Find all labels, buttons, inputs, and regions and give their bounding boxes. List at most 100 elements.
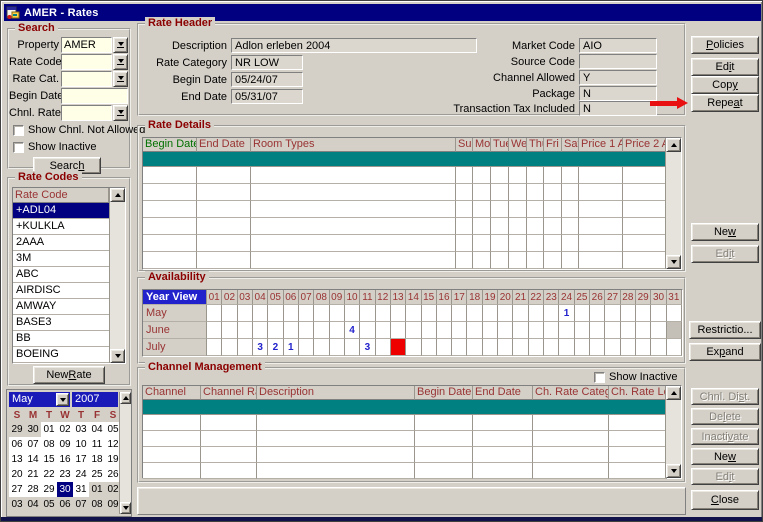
scroll-down-button[interactable] — [110, 349, 125, 363]
rate-details-cell[interactable] — [456, 235, 473, 252]
availability-cell[interactable] — [222, 322, 237, 339]
availability-cell[interactable] — [268, 322, 283, 339]
availability-cell[interactable] — [345, 339, 360, 356]
availability-cell[interactable] — [621, 322, 636, 339]
rate-details-cell[interactable] — [473, 218, 491, 235]
rate-details-cell[interactable] — [456, 218, 473, 235]
rate-details-cell[interactable] — [197, 167, 251, 184]
rate-details-cell[interactable] — [456, 184, 473, 201]
calendar-day[interactable]: 04 — [25, 497, 41, 512]
rate-cat-lov-button[interactable] — [113, 71, 128, 87]
scroll-up-button[interactable] — [666, 138, 681, 152]
calendar-day[interactable]: 16 — [57, 452, 73, 467]
calendar-day[interactable]: 22 — [41, 467, 57, 482]
rate-details-selected-row[interactable] — [143, 152, 667, 167]
rate-details-cell[interactable] — [544, 218, 562, 235]
rate-details-cell[interactable] — [251, 201, 456, 218]
availability-cell[interactable] — [559, 339, 574, 356]
expand-button[interactable]: Expand — [689, 343, 761, 361]
channel-cell[interactable] — [415, 415, 473, 431]
channel-cell[interactable] — [533, 447, 609, 463]
rate-details-cell[interactable] — [579, 167, 623, 184]
rate-details-cell[interactable] — [491, 184, 509, 201]
channel-edit-button[interactable]: Edit — [691, 468, 759, 485]
rate-details-cell[interactable] — [562, 184, 579, 201]
rate-details-cell[interactable] — [143, 167, 197, 184]
channel-cell[interactable] — [201, 447, 257, 463]
rate-code-item[interactable]: BOEING — [13, 347, 109, 363]
property-lov-button[interactable] — [113, 37, 128, 53]
rate-details-cell[interactable] — [623, 218, 667, 235]
availability-cell[interactable] — [330, 322, 345, 339]
availability-cell[interactable] — [437, 339, 452, 356]
availability-cell[interactable] — [253, 322, 268, 339]
rate-code-item[interactable]: 2AAA — [13, 235, 109, 251]
availability-cell[interactable] — [605, 305, 620, 322]
availability-cell[interactable] — [330, 339, 345, 356]
availability-cell[interactable] — [376, 339, 391, 356]
rate-details-cell[interactable] — [473, 235, 491, 252]
new-rate-button[interactable]: New Rate — [33, 366, 105, 384]
channel-cell[interactable] — [609, 431, 667, 447]
channel-cell[interactable] — [201, 431, 257, 447]
calendar-day[interactable]: 17 — [73, 452, 89, 467]
titlebar[interactable]: AMER - Rates — [4, 4, 761, 21]
calendar-day[interactable]: 11 — [89, 437, 105, 452]
availability-cell[interactable] — [467, 322, 482, 339]
rate-details-cell[interactable] — [143, 218, 197, 235]
availability-cell[interactable] — [636, 305, 651, 322]
rate-details-cell[interactable] — [562, 167, 579, 184]
calendar-day[interactable]: 03 — [9, 497, 25, 512]
channel-cell[interactable] — [415, 463, 473, 479]
inactivate-button[interactable]: Inactivate — [691, 428, 759, 445]
calendar-day[interactable]: 07 — [73, 497, 89, 512]
channel-cell[interactable] — [473, 447, 533, 463]
availability-cell[interactable]: 3 — [253, 339, 268, 356]
month-dropdown-button[interactable] — [56, 393, 69, 406]
availability-cell[interactable] — [483, 339, 498, 356]
availability-cell[interactable] — [467, 339, 482, 356]
channel-cell[interactable] — [257, 463, 415, 479]
availability-cell[interactable] — [667, 339, 682, 356]
availability-cell[interactable] — [513, 322, 528, 339]
rate-details-cell[interactable] — [143, 201, 197, 218]
rate-details-cell[interactable] — [509, 235, 527, 252]
rate-code-item[interactable]: AMWAY — [13, 299, 109, 315]
rate-details-cell[interactable] — [143, 252, 197, 269]
availability-cell[interactable] — [452, 339, 467, 356]
repeat-button[interactable]: Repeat — [691, 94, 759, 112]
calendar-day[interactable]: 29 — [9, 422, 25, 437]
availability-cell[interactable] — [238, 339, 253, 356]
calendar-day[interactable]: 07 — [25, 437, 41, 452]
availability-cell[interactable] — [207, 339, 222, 356]
channel-cell[interactable] — [143, 447, 201, 463]
availability-cell[interactable] — [284, 322, 299, 339]
rate-details-cell[interactable] — [473, 252, 491, 269]
rate-details-cell[interactable] — [251, 235, 456, 252]
calendar-day[interactable]: 03 — [73, 422, 89, 437]
availability-cell[interactable] — [544, 305, 559, 322]
availability-cell[interactable] — [513, 339, 528, 356]
rate-details-cell[interactable] — [509, 218, 527, 235]
calendar-day[interactable]: 25 — [89, 467, 105, 482]
policies-button[interactable]: Policies — [691, 36, 759, 54]
availability-cell[interactable] — [559, 322, 574, 339]
rate-code-item[interactable]: BASE3 — [13, 315, 109, 331]
availability-cell[interactable] — [376, 322, 391, 339]
rate-code-input[interactable] — [61, 54, 112, 70]
availability-cell[interactable] — [636, 322, 651, 339]
rate-details-cell[interactable] — [623, 252, 667, 269]
availability-cell[interactable] — [651, 322, 666, 339]
availability-cell[interactable] — [636, 339, 651, 356]
calendar-day[interactable]: 01 — [41, 422, 57, 437]
availability-cell[interactable] — [667, 322, 682, 339]
rate-details-cell[interactable] — [562, 218, 579, 235]
calendar-day[interactable]: 05 — [41, 497, 57, 512]
rate-details-cell[interactable] — [509, 184, 527, 201]
calendar-day[interactable]: 31 — [73, 482, 89, 497]
rate-details-cell[interactable] — [579, 218, 623, 235]
availability-cell[interactable] — [360, 322, 375, 339]
rate-details-cell[interactable] — [491, 235, 509, 252]
availability-cell[interactable] — [651, 305, 666, 322]
availability-cell[interactable] — [605, 339, 620, 356]
